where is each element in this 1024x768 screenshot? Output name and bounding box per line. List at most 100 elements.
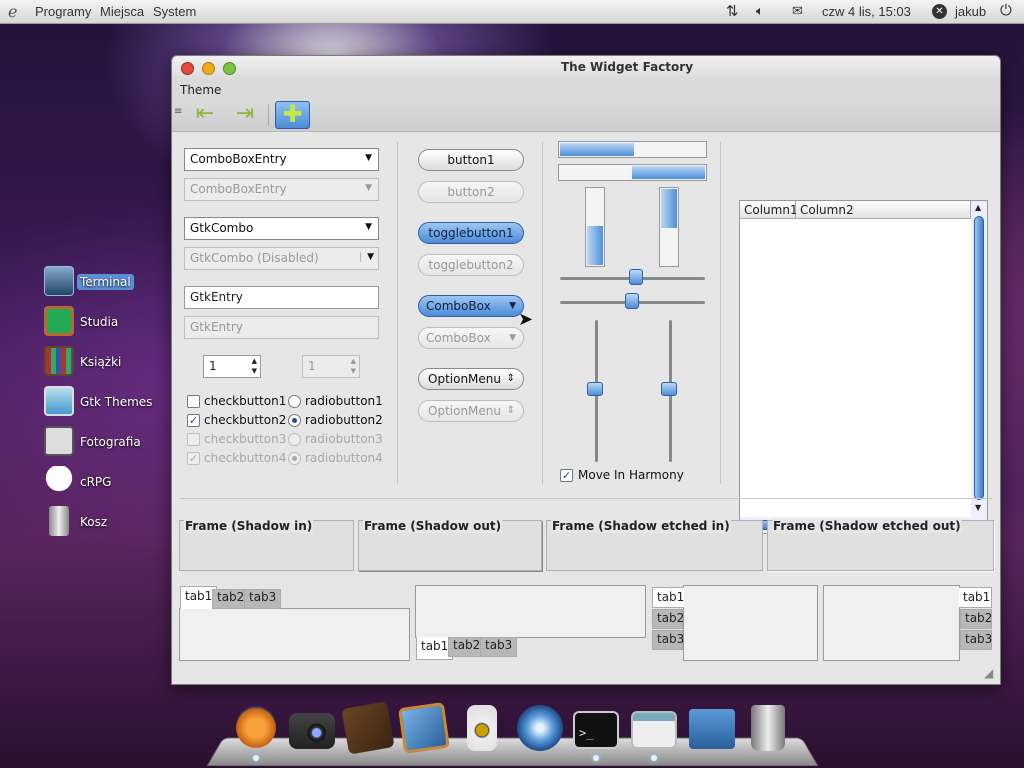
desktop-icon-terminal[interactable]: Terminal: [44, 266, 174, 298]
vertical-scrollbar[interactable]: ▲ ▼: [971, 201, 987, 533]
progress-bar-2: [558, 164, 707, 181]
desktop-icon-kosz[interactable]: Kosz: [44, 506, 174, 538]
distro-logo-icon[interactable]: ℯ: [8, 2, 17, 22]
radiobutton2[interactable]: [288, 414, 301, 427]
firefox-icon[interactable]: [233, 705, 279, 751]
skull-icon: [44, 466, 74, 496]
toolbar-handle-icon[interactable]: ≡: [174, 106, 182, 117]
desktop-icon-label: Kosz: [80, 515, 108, 529]
combo-box-entry[interactable]: ComboBoxEntry ▼: [184, 148, 379, 171]
spin-button-disabled: 1 ▲ ▼: [302, 355, 360, 378]
user-name[interactable]: jakub: [955, 4, 986, 19]
tree-view[interactable]: Column1 Column2 ▲ ▼ ◀ ▶: [739, 200, 988, 534]
frame-shadow-etched-out: Frame (Shadow etched out): [767, 519, 994, 571]
desktop-icon-crpg[interactable]: cRPG: [44, 466, 174, 498]
spin-down-icon: ▼: [350, 367, 356, 375]
option-menu-label: OptionMenu: [428, 372, 501, 386]
desktop-icon-gtk-themes[interactable]: Gtk Themes: [44, 386, 174, 418]
notebook-right-pane: [823, 585, 960, 661]
resize-grip-icon[interactable]: ◢: [984, 666, 993, 680]
back-icon[interactable]: ⇤: [189, 102, 221, 128]
checkbutton3: [187, 433, 200, 446]
radiobutton1[interactable]: [288, 395, 301, 408]
column1-header[interactable]: Column1: [740, 201, 798, 219]
gtk-entry[interactable]: GtkEntry: [184, 286, 379, 309]
mail-icon[interactable]: ✉: [792, 3, 803, 19]
tab-right-2[interactable]: tab2: [960, 609, 992, 629]
chevron-down-icon: ▼: [509, 333, 516, 343]
desktop-icon-studia[interactable]: Studia: [44, 306, 174, 338]
compass-icon[interactable]: [517, 705, 563, 751]
mouse-pointer-icon: ➤: [518, 309, 534, 330]
radiobutton3-label: radiobutton3: [305, 432, 383, 446]
trash-dock-icon[interactable]: [751, 705, 785, 751]
vertical-scroll-thumb[interactable]: [974, 216, 984, 500]
applications-icon[interactable]: [689, 709, 735, 749]
gtk-combo-disabled-text: GtkCombo (Disabled): [190, 251, 319, 265]
slate-icon[interactable]: [398, 702, 450, 754]
vertical-progress-2: [659, 187, 679, 267]
column2-header[interactable]: Column2: [796, 201, 971, 219]
scroll-up-icon[interactable]: ▲: [975, 203, 981, 212]
button2: button2: [418, 181, 524, 203]
tab-top-3[interactable]: tab3: [244, 589, 282, 609]
terminal-dock-icon[interactable]: >_: [573, 711, 619, 749]
spin-button[interactable]: 1 ▲ ▼: [203, 355, 261, 378]
checkbutton2[interactable]: ✓: [187, 414, 200, 427]
tab-left-1[interactable]: tab1: [652, 587, 684, 608]
tab-left-2[interactable]: tab2: [652, 609, 684, 629]
tab-bottom-3[interactable]: tab3: [480, 637, 518, 657]
desktop-icon-fotografia[interactable]: Fotografia: [44, 426, 174, 458]
power-icon[interactable]: ⏻: [1000, 2, 1012, 19]
hscale-2-thumb[interactable]: [625, 293, 639, 309]
camera-icon[interactable]: [289, 713, 335, 749]
widget-factory-window: The Widget Factory Theme ≡ ⇤ ⇥ ✚ ComboBo…: [171, 55, 1001, 685]
combobox[interactable]: ComboBox ▼: [418, 295, 524, 317]
checkbutton1[interactable]: [187, 395, 200, 408]
vertical-progress-1: [585, 187, 605, 267]
radiobutton2-label: radiobutton2: [305, 413, 383, 427]
toolbar: ≡ ⇤ ⇥ ✚: [172, 98, 1000, 132]
option-menu[interactable]: OptionMenu ⇕: [418, 368, 524, 390]
column-separator: [542, 142, 543, 484]
button1[interactable]: button1: [418, 149, 524, 171]
chevron-down-icon[interactable]: ▼: [365, 153, 372, 163]
togglebutton1[interactable]: togglebutton1: [418, 222, 524, 244]
tab-left-3[interactable]: tab3: [652, 630, 684, 650]
window-dock-icon[interactable]: [631, 711, 677, 749]
tab-right-3[interactable]: tab3: [960, 630, 992, 650]
toolbar-separator: [268, 104, 269, 126]
notebook-left-pane: [683, 585, 818, 661]
spin-down-icon[interactable]: ▼: [252, 367, 257, 375]
spin-value: 1: [209, 359, 217, 373]
move-in-harmony-checkbox[interactable]: ✓: [560, 469, 573, 482]
vscale-1-thumb[interactable]: [587, 382, 603, 396]
horizontal-separator: [180, 498, 992, 499]
clock[interactable]: czw 4 lis, 15:03: [822, 4, 911, 19]
menu-system[interactable]: System: [153, 4, 196, 19]
top-panel: ℯ Programy Miejsca System ⇅ 🔈︎ ✉ czw 4 l…: [0, 0, 1024, 24]
user-status-icon[interactable]: ✕: [932, 4, 947, 19]
column-separator: [397, 142, 398, 484]
forward-icon[interactable]: ⇥: [229, 102, 261, 128]
volume-icon[interactable]: 🔈︎: [756, 3, 764, 19]
notebook-icon[interactable]: [341, 701, 395, 755]
progress-fill: [661, 189, 677, 228]
desktop-icon-ksiazki[interactable]: Książki: [44, 346, 174, 378]
scroll-down-icon[interactable]: ▼: [975, 503, 981, 512]
hscale-1-thumb[interactable]: [629, 269, 643, 285]
menu-places[interactable]: Miejsca: [100, 4, 144, 19]
move-in-harmony-label: Move In Harmony: [578, 468, 684, 482]
menu-applications[interactable]: Programy: [35, 4, 91, 19]
vscale-2-thumb[interactable]: [661, 382, 677, 396]
menu-theme[interactable]: Theme: [180, 83, 221, 97]
tab-right-1[interactable]: tab1: [959, 587, 992, 608]
frame-label: Frame (Shadow out): [363, 519, 503, 533]
spin-up-icon[interactable]: ▲: [252, 357, 257, 365]
desktop-icon-label: cRPG: [80, 475, 112, 489]
gtk-combo[interactable]: GtkCombo ▼: [184, 217, 379, 240]
add-icon[interactable]: ✚: [275, 101, 310, 129]
speaker-icon[interactable]: [467, 705, 497, 751]
chevron-down-icon[interactable]: ▼: [365, 222, 372, 232]
network-icon[interactable]: ⇅: [726, 2, 739, 20]
